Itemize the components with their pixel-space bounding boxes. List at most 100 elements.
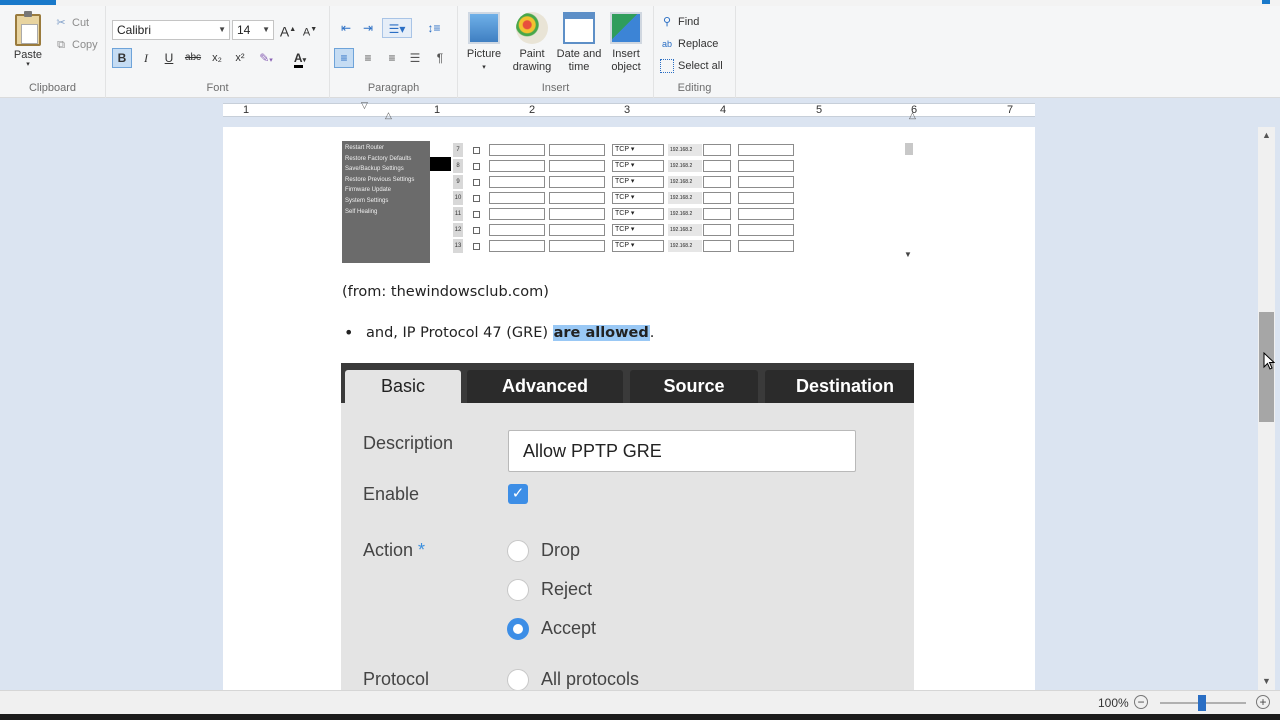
router-row: 7 TCP ▾ 192.168.2	[453, 143, 898, 157]
router-row-number: 12	[453, 223, 463, 237]
description-field: Allow PPTP GRE	[508, 430, 856, 472]
align-right-button[interactable]: ≡	[382, 48, 402, 68]
router-proto-select: TCP ▾	[612, 176, 664, 188]
align-center-button[interactable]: ≡	[358, 48, 378, 68]
router-ip: 192.168.2	[668, 176, 702, 188]
router-field	[738, 144, 794, 156]
router-row-checkbox	[473, 211, 480, 218]
router-field	[738, 240, 794, 252]
router-proto-select: TCP ▾	[612, 240, 664, 252]
palette-icon	[516, 12, 548, 44]
router-field	[489, 160, 545, 172]
router-row: 8 TCP ▾ 192.168.2	[453, 159, 898, 173]
font-size-select[interactable]: 14 ▼	[232, 20, 274, 40]
router-row-checkbox	[473, 227, 480, 234]
underline-button[interactable]: U	[159, 48, 179, 68]
enable-label: Enable	[363, 484, 420, 504]
bold-button[interactable]: B	[112, 48, 132, 68]
right-indent-marker[interactable]: △	[909, 110, 916, 121]
paint-drawing-button[interactable]: Paint drawing	[510, 12, 554, 74]
protocol-all-label: All protocols	[541, 669, 640, 689]
paste-button[interactable]: Paste ▾	[8, 11, 48, 76]
ruler[interactable]: 1 1 2 3 4 5 6 7 ▽ △ △	[223, 100, 1035, 120]
copy-label: Copy	[72, 39, 98, 51]
subscript-button[interactable]: x₂	[207, 48, 227, 68]
line-spacing-button[interactable]: ↕≡	[420, 18, 448, 38]
increase-indent-button[interactable]: ⇥	[358, 18, 378, 38]
file-tab-indicator[interactable]	[0, 0, 56, 5]
paragraph-group: ⇤ ⇥ ☰▾ ↕≡ ≡ ≡ ≡ ☰ ¶ Paragraph	[330, 6, 458, 98]
router-menu-item: Restore Previous Settings	[345, 176, 415, 183]
find-button[interactable]: ⚲ Find	[660, 13, 699, 31]
editing-group-label: Editing	[677, 82, 712, 94]
mouse-pointer-icon	[1263, 352, 1275, 370]
ruler-number: 2	[529, 104, 536, 116]
zoom-in-button[interactable]: +	[1256, 695, 1270, 709]
scroll-down-button[interactable]: ▼	[1258, 673, 1275, 690]
router-row-checkbox	[473, 243, 480, 250]
ribbon: Paste ▾ ✂ Cut ⧉ Copy Clipboard Calibri ▼…	[0, 6, 1280, 98]
router-row-number: 13	[453, 239, 463, 253]
router-field	[703, 192, 731, 204]
action-reject-label: Reject	[541, 579, 593, 599]
router-field	[489, 192, 545, 204]
protocol-label: Protocol	[363, 669, 430, 689]
router-row-number: 8	[453, 159, 463, 173]
paint-drawing-label: Paint drawing	[512, 48, 552, 73]
router-field	[738, 208, 794, 220]
insert-group: Picture ▾ Paint drawing Date and time In…	[458, 6, 654, 98]
clipboard-group: Paste ▾ ✂ Cut ⧉ Copy Clipboard	[0, 6, 106, 98]
justify-button[interactable]: ☰	[405, 48, 425, 68]
font-family-select[interactable]: Calibri ▼	[112, 20, 230, 40]
clipboard-icon	[15, 11, 41, 46]
selected-text[interactable]: are allowed	[552, 325, 650, 341]
action-drop-radio	[507, 540, 529, 562]
cut-button[interactable]: ✂ Cut	[54, 14, 89, 32]
document-page[interactable]: Restart Router Restore Factory Defaults …	[223, 127, 1035, 690]
left-indent-marker[interactable]: △	[385, 110, 392, 121]
zoom-out-button[interactable]: −	[1134, 695, 1148, 709]
ruler-number: 7	[1007, 104, 1014, 116]
highlight-color-button[interactable]: ✎▾	[256, 48, 276, 68]
router-row-checkbox	[473, 179, 480, 186]
highlighter-icon: ✎	[259, 51, 270, 65]
grow-font-button[interactable]: A▲	[278, 20, 298, 40]
ruler-number: 1	[243, 104, 250, 116]
router-field	[489, 144, 545, 156]
date-time-button[interactable]: Date and time	[554, 12, 604, 74]
action-drop-label: Drop	[541, 540, 581, 560]
copy-button[interactable]: ⧉ Copy	[54, 36, 98, 54]
object-icon	[610, 12, 642, 44]
zoom-slider-thumb[interactable]	[1198, 695, 1206, 711]
insert-object-button[interactable]: Insert object	[606, 12, 646, 74]
replace-label: Replace	[678, 38, 719, 50]
outdent-icon: ⇤	[340, 21, 352, 35]
strikethrough-button[interactable]: abc	[183, 48, 203, 68]
scroll-up-button[interactable]: ▲	[1258, 127, 1275, 144]
superscript-button[interactable]: x²	[230, 48, 250, 68]
align-left-button[interactable]: ≡	[334, 48, 354, 68]
paragraph-settings-button[interactable]: ¶	[430, 48, 450, 68]
font-size-value: 14	[237, 23, 251, 37]
router-proto-select: TCP ▾	[612, 208, 664, 220]
vertical-scrollbar[interactable]: ▲ ▼	[1258, 127, 1275, 690]
router-scroll-thumb	[905, 143, 913, 155]
tab-source: Source	[630, 370, 758, 403]
ruler-number: 4	[720, 104, 727, 116]
justify-icon: ☰	[409, 51, 421, 65]
router-row-checkbox	[473, 147, 480, 154]
router-menu-item: Restart Router	[345, 145, 385, 151]
ruler-number: 1	[434, 104, 441, 116]
select-all-button[interactable]: Select all	[660, 57, 723, 75]
router-ip: 192.168.2	[668, 208, 702, 220]
shrink-font-button[interactable]: A▼	[300, 20, 320, 40]
decrease-indent-button[interactable]: ⇤	[336, 18, 356, 38]
router-field	[549, 160, 605, 172]
align-left-icon: ≡	[340, 51, 348, 65]
italic-button[interactable]: I	[136, 48, 156, 68]
first-line-indent-marker[interactable]: ▽	[361, 100, 368, 111]
replace-button[interactable]: ab Replace	[660, 35, 718, 53]
picture-button[interactable]: Picture ▾	[464, 12, 504, 74]
text-color-button[interactable]: A▾	[290, 48, 310, 68]
bullets-button[interactable]: ☰▾	[382, 18, 412, 38]
